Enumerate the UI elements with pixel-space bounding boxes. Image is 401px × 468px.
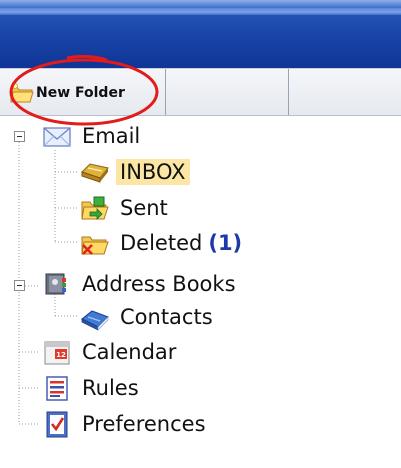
email-label: Email (82, 124, 141, 148)
deleted-folder-icon (81, 236, 109, 255)
envelope-icon (43, 127, 71, 147)
folder-toolbar: New Folder (0, 68, 401, 116)
new-folder-icon (10, 83, 34, 103)
toolbar-separator (165, 69, 166, 115)
toolbar-separator (288, 69, 289, 115)
tree-node-address-books[interactable]: Address Books (42, 269, 240, 299)
svg-text:12: 12 (56, 351, 66, 359)
calendar-icon: 12 (44, 341, 70, 365)
tree-node-contacts[interactable]: Contacts (80, 302, 217, 332)
inbox-tray-icon (81, 163, 109, 183)
contacts-book-icon (81, 310, 109, 331)
preferences-icon (46, 411, 68, 438)
tree-node-sent[interactable]: Sent (80, 193, 172, 223)
tree-node-inbox[interactable]: INBOX (80, 157, 190, 187)
sent-label: Sent (120, 196, 168, 220)
sent-folder-icon (81, 196, 109, 220)
new-folder-button[interactable]: New Folder (10, 81, 125, 105)
calendar-label: Calendar (82, 340, 177, 364)
deleted-text: Deleted (120, 231, 203, 255)
email-collapse-toggle[interactable] (14, 131, 25, 142)
mail-app-window: New Folder Email INBOX Sent Deleted (1) … (0, 0, 401, 468)
tree-node-email[interactable]: Email (42, 121, 144, 151)
header-top-edge (0, 0, 401, 8)
contacts-label: Contacts (120, 305, 213, 329)
rules-icon (46, 376, 68, 401)
header-highlight-line (0, 8, 401, 15)
tree-node-calendar[interactable]: 12 Calendar (42, 337, 180, 367)
deleted-unread-count: (1) (208, 231, 243, 255)
preferences-label: Preferences (82, 412, 206, 436)
folder-tree: Email INBOX Sent Deleted (1) Address Boo… (0, 118, 401, 468)
new-folder-label: New Folder (36, 85, 125, 101)
address-books-collapse-toggle[interactable] (14, 280, 25, 291)
tree-node-rules[interactable]: Rules (42, 373, 143, 403)
address-books-label: Address Books (82, 272, 236, 296)
rules-label: Rules (82, 376, 139, 400)
header-band (0, 0, 401, 68)
inbox-label: INBOX (116, 159, 190, 185)
tree-node-deleted[interactable]: Deleted (1) (80, 228, 246, 258)
deleted-label: Deleted (1) (116, 230, 246, 256)
address-book-icon (45, 273, 66, 295)
tree-node-preferences[interactable]: Preferences (42, 409, 210, 439)
